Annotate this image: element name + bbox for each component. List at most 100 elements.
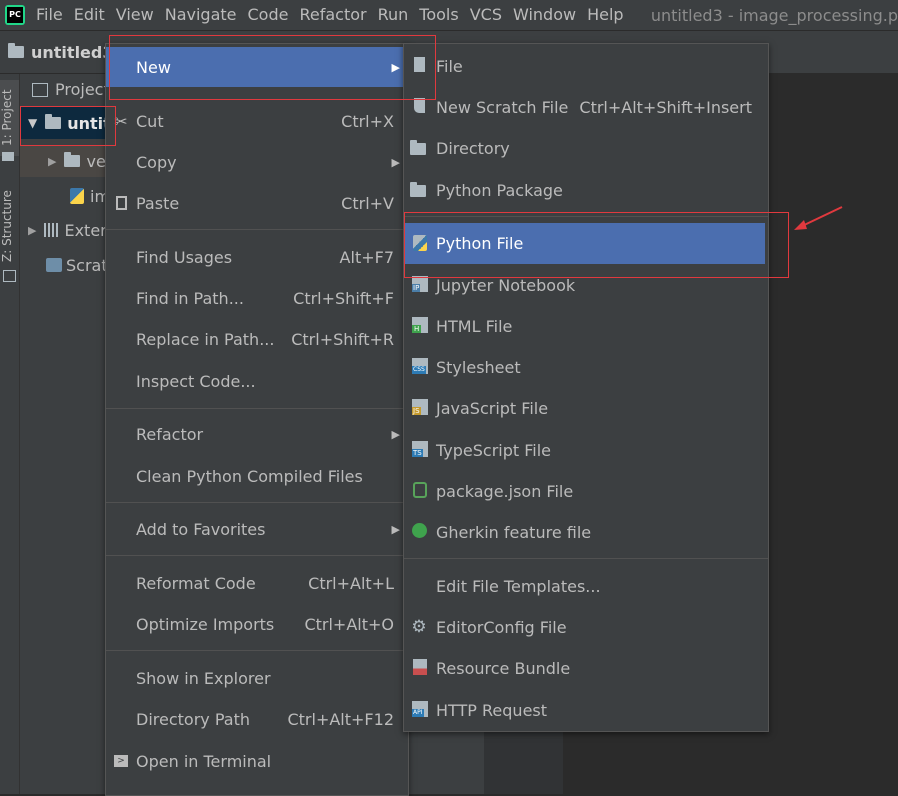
submenu-item-label: Directory bbox=[436, 138, 510, 158]
submenu-arrow-icon: ▶ bbox=[391, 427, 400, 441]
menu-item-refactor[interactable]: Refactor ▶ bbox=[106, 416, 408, 452]
submenu-item-editorconfig[interactable]: ⚙ EditorConfig File bbox=[404, 608, 768, 646]
api-icon: API bbox=[410, 701, 428, 719]
submenu-item-jupyter-notebook[interactable]: IP Jupyter Notebook bbox=[404, 266, 768, 304]
menu-vcs[interactable]: VCS bbox=[467, 0, 510, 30]
menu-item-add-to-favorites[interactable]: Add to Favorites ▶ bbox=[106, 511, 408, 547]
menu-separator bbox=[404, 216, 768, 217]
menu-item-directory-path[interactable]: Directory Path Ctrl+Alt+F12 bbox=[106, 701, 408, 737]
submenu-item-directory[interactable]: Directory bbox=[404, 129, 768, 167]
menu-item-open-in-terminal[interactable]: > Open in Terminal bbox=[106, 743, 408, 779]
menu-item-shortcut: Ctrl+Alt+O bbox=[304, 614, 394, 634]
submenu-item-resource-bundle[interactable]: Resource Bundle bbox=[404, 649, 768, 687]
menu-item-label: New bbox=[136, 57, 171, 77]
menu-item-find-in-path[interactable]: Find in Path... Ctrl+Shift+F bbox=[106, 280, 408, 316]
menu-item-reformat-code[interactable]: Reformat Code Ctrl+Alt+L bbox=[106, 565, 408, 601]
submenu-item-shortcut: Ctrl+Alt+Shift+Insert bbox=[579, 97, 752, 117]
submenu-item-javascript-file[interactable]: JS JavaScript File bbox=[404, 389, 768, 427]
library-icon bbox=[44, 223, 61, 237]
submenu-item-label: Edit File Templates... bbox=[436, 576, 601, 596]
submenu-item-package-json[interactable]: package.json File bbox=[404, 472, 768, 510]
collapse-arrow-icon: ▶ bbox=[28, 223, 37, 237]
menu-run[interactable]: Run bbox=[375, 0, 417, 30]
tree-label: ve bbox=[86, 151, 106, 171]
menu-file[interactable]: File bbox=[33, 0, 71, 30]
gear-icon: ⚙ bbox=[411, 617, 427, 637]
gherkin-icon bbox=[410, 523, 428, 541]
tab-structure[interactable]: Z: Structure bbox=[0, 186, 19, 266]
menu-item-label: Open in Terminal bbox=[136, 751, 272, 771]
menu-separator bbox=[404, 558, 768, 559]
menu-edit[interactable]: Edit bbox=[71, 0, 113, 30]
submenu-item-file[interactable]: File bbox=[404, 47, 768, 85]
menu-item-label: Paste bbox=[136, 193, 180, 213]
scratch-file-icon bbox=[410, 98, 428, 116]
css-file-icon: CSS bbox=[410, 358, 428, 376]
tree-label: Exter bbox=[64, 220, 107, 240]
submenu-item-html-file[interactable]: H HTML File bbox=[404, 307, 768, 345]
breadcrumb-project[interactable]: untitled3 bbox=[31, 43, 113, 62]
icon-tag: H bbox=[412, 325, 422, 333]
submenu-item-gherkin-feature[interactable]: Gherkin feature file bbox=[404, 513, 768, 551]
context-menu: New ▶ ✂ Cut Ctrl+X Copy ▶ Paste Ctrl+V F… bbox=[105, 43, 409, 796]
submenu-arrow-icon: ▶ bbox=[391, 522, 400, 536]
menu-item-label: Copy bbox=[136, 152, 177, 172]
ts-file-icon: TS bbox=[410, 441, 428, 459]
menu-item-shortcut: Ctrl+Alt+L bbox=[308, 573, 394, 593]
menu-item-optimize-imports[interactable]: Optimize Imports Ctrl+Alt+O bbox=[106, 606, 408, 642]
menu-item-shortcut: Alt+F7 bbox=[339, 247, 394, 267]
submenu-item-edit-file-templates[interactable]: Edit File Templates... bbox=[404, 567, 768, 605]
tab-project[interactable]: 1: Project bbox=[0, 80, 19, 156]
menu-item-replace-in-path[interactable]: Replace in Path... Ctrl+Shift+R bbox=[106, 321, 408, 357]
html-file-icon: H bbox=[410, 317, 428, 335]
submenu-item-new-scratch-file[interactable]: New Scratch File Ctrl+Alt+Shift+Insert bbox=[404, 88, 768, 126]
menu-navigate[interactable]: Navigate bbox=[162, 0, 245, 30]
structure-icon bbox=[3, 270, 16, 282]
menu-item-cut[interactable]: ✂ Cut Ctrl+X bbox=[106, 103, 408, 139]
menu-item-label: Refactor bbox=[136, 424, 204, 444]
project-view-icon bbox=[32, 83, 48, 97]
icon-tag: IP bbox=[412, 284, 421, 292]
menu-window[interactable]: Window bbox=[510, 0, 584, 30]
submenu-item-label: EditorConfig File bbox=[436, 617, 567, 637]
submenu-item-label: Python Package bbox=[436, 180, 563, 200]
icon-tag: JS bbox=[412, 407, 421, 415]
menu-separator bbox=[106, 229, 408, 230]
menu-separator bbox=[106, 502, 408, 503]
tool-window-strip: 1: Project Z: Structure bbox=[0, 74, 20, 794]
menu-item-inspect-code[interactable]: Inspect Code... bbox=[106, 363, 408, 399]
submenu-item-python-file[interactable]: Python File bbox=[404, 223, 765, 264]
menu-item-label: Reformat Code bbox=[136, 573, 256, 593]
submenu-item-label: HTML File bbox=[436, 316, 513, 336]
submenu-item-stylesheet[interactable]: CSS Stylesheet bbox=[404, 348, 768, 386]
menu-tools[interactable]: Tools bbox=[416, 0, 466, 30]
menu-item-label: Inspect Code... bbox=[136, 371, 256, 391]
package-icon bbox=[410, 181, 428, 199]
menu-item-show-in-explorer[interactable]: Show in Explorer bbox=[106, 660, 408, 696]
submenu-item-python-package[interactable]: Python Package bbox=[404, 171, 768, 209]
submenu-item-label: File bbox=[436, 56, 463, 76]
resource-bundle-icon bbox=[410, 659, 428, 677]
icon-tag: CSS bbox=[412, 366, 426, 374]
menu-item-new[interactable]: New ▶ bbox=[106, 47, 408, 87]
menu-item-copy[interactable]: Copy ▶ bbox=[106, 144, 408, 180]
python-file-icon bbox=[410, 234, 428, 253]
jupyter-icon: IP bbox=[410, 276, 428, 294]
menu-help[interactable]: Help bbox=[584, 0, 631, 30]
menu-item-find-usages[interactable]: Find Usages Alt+F7 bbox=[106, 239, 408, 275]
menu-view[interactable]: View bbox=[113, 0, 162, 30]
submenu-item-http-request[interactable]: API HTTP Request bbox=[404, 691, 768, 729]
folder-icon bbox=[45, 114, 62, 129]
icon-tag: TS bbox=[412, 449, 423, 457]
menu-item-label: Find in Path... bbox=[136, 288, 244, 308]
menu-code[interactable]: Code bbox=[245, 0, 297, 30]
submenu-item-label: HTTP Request bbox=[436, 700, 548, 720]
menu-item-paste[interactable]: Paste Ctrl+V bbox=[106, 185, 408, 221]
menu-item-label: Cut bbox=[136, 111, 164, 131]
submenu-item-typescript-file[interactable]: TS TypeScript File bbox=[404, 431, 768, 469]
menu-separator bbox=[106, 408, 408, 409]
menu-item-clean-python-compiled[interactable]: Clean Python Compiled Files bbox=[106, 458, 408, 494]
menu-refactor[interactable]: Refactor bbox=[296, 0, 374, 30]
project-panel-title[interactable]: Project bbox=[55, 80, 110, 99]
submenu-item-label: TypeScript File bbox=[436, 440, 552, 460]
